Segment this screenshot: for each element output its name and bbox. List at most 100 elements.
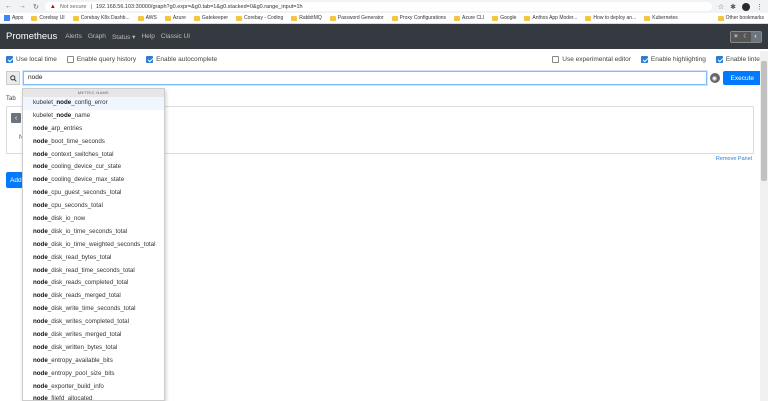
metric-suggestion[interactable]: node_disk_writes_completed_total bbox=[23, 316, 164, 329]
experimental-editor-checkbox[interactable] bbox=[552, 55, 560, 63]
chevron-left-icon[interactable]: ‹ bbox=[11, 113, 21, 123]
apps-grid-icon bbox=[4, 15, 10, 21]
menu-icon[interactable]: ⋮ bbox=[756, 3, 763, 11]
metrics-explorer-icon[interactable]: ◉ bbox=[709, 73, 720, 83]
experimental-editor-option[interactable]: Use experimental editor bbox=[552, 55, 631, 63]
metric-suggestion[interactable]: node_boot_time_seconds bbox=[23, 136, 164, 149]
bookmark-item[interactable]: Corebay K8s Dashb... bbox=[72, 15, 130, 21]
search-icon bbox=[6, 71, 20, 85]
metric-suggestion[interactable]: node_context_switches_total bbox=[23, 149, 164, 162]
back-arrow-icon[interactable]: ← bbox=[5, 3, 12, 11]
address-bar[interactable]: ▲ Not secure | 192.168.56.103:30000/grap… bbox=[44, 2, 712, 11]
bookmark-item[interactable]: Apps bbox=[4, 15, 23, 21]
linter-option[interactable]: Enable linter bbox=[715, 55, 762, 63]
other-bookmarks[interactable]: Other bookmarks bbox=[717, 15, 764, 21]
metric-suggestion[interactable]: node_entropy_available_bits bbox=[23, 355, 164, 368]
metric-suggestion[interactable]: node_filefd_allocated bbox=[23, 393, 164, 400]
metric-suggestion[interactable]: node_disk_io_time_seconds_total bbox=[23, 226, 164, 239]
metric-suggestion[interactable]: node_cpu_guest_seconds_total bbox=[23, 187, 164, 200]
bookmark-item[interactable]: Gatekeeper bbox=[193, 15, 228, 21]
bookmark-item[interactable]: Corebay - Coding bbox=[236, 15, 283, 21]
bookmarks-bar: Apps Corebay UI Corebay K8s Dashb... AWS Azu… bbox=[0, 13, 768, 24]
folder-icon bbox=[164, 15, 171, 21]
page-scrollbar[interactable] bbox=[760, 51, 768, 401]
folder-icon bbox=[193, 15, 200, 21]
folder-icon bbox=[391, 15, 398, 21]
browser-nav: ← → ↻ bbox=[5, 3, 39, 11]
metric-suggestion[interactable]: node_disk_reads_completed_total bbox=[23, 277, 164, 290]
execute-button[interactable]: Execute bbox=[722, 71, 762, 85]
folder-icon bbox=[644, 15, 651, 21]
bookmark-item[interactable]: Corebay UI bbox=[31, 15, 65, 21]
forward-arrow-icon[interactable]: → bbox=[19, 3, 26, 11]
folder-icon bbox=[585, 15, 592, 21]
dropdown-header: METRIC NAME bbox=[23, 89, 164, 97]
metric-suggestion[interactable]: node_disk_io_now bbox=[23, 213, 164, 226]
metric-suggestion[interactable]: node_cooling_device_cur_state bbox=[23, 161, 164, 174]
metric-suggestion[interactable]: node_disk_read_time_seconds_total bbox=[23, 265, 164, 278]
nav-alerts[interactable]: Alerts bbox=[65, 33, 82, 40]
autocomplete-option[interactable]: Enable autocomplete bbox=[146, 55, 217, 63]
metric-suggestion[interactable]: kubelet_node_config_error bbox=[23, 97, 164, 110]
options-row: Use local time Enable query history Enab… bbox=[0, 49, 768, 69]
warning-icon: ▲ bbox=[49, 3, 56, 10]
sun-icon[interactable]: ☀ bbox=[731, 31, 741, 42]
metric-suggestion[interactable]: kubelet_node_name bbox=[23, 110, 164, 123]
use-local-time-option[interactable]: Use local time bbox=[6, 55, 57, 63]
bookmark-item[interactable]: Proxy Configurations bbox=[391, 15, 446, 21]
autocomplete-dropdown: METRIC NAME kubelet_node_config_error kub… bbox=[22, 88, 165, 401]
prometheus-navbar: Prometheus Alerts Graph Status ▾ Help Cl… bbox=[0, 24, 768, 49]
theme-toggle: ☀ ☾ ◐ bbox=[730, 30, 762, 43]
scrollbar-thumb[interactable] bbox=[761, 61, 767, 181]
metric-suggestion[interactable]: node_exporter_build_info bbox=[23, 381, 164, 394]
star-icon[interactable]: ☆ bbox=[718, 3, 724, 11]
linter-checkbox[interactable] bbox=[715, 55, 723, 63]
folder-icon bbox=[31, 15, 38, 21]
highlighting-option[interactable]: Enable highlighting bbox=[640, 55, 706, 63]
bookmark-item[interactable]: AWS bbox=[137, 15, 157, 21]
nav-graph[interactable]: Graph bbox=[88, 33, 106, 40]
contrast-icon[interactable]: ◐ bbox=[751, 31, 761, 42]
bookmark-item[interactable]: Anthos App Moder... bbox=[524, 15, 577, 21]
metric-suggestion[interactable]: node_entropy_pool_size_bits bbox=[23, 368, 164, 381]
metric-suggestion[interactable]: node_arp_entries bbox=[23, 123, 164, 136]
nav-help[interactable]: Help bbox=[141, 33, 154, 40]
metric-suggestion[interactable]: node_disk_written_bytes_total bbox=[23, 342, 164, 355]
bookmark-item[interactable]: Google bbox=[492, 15, 516, 21]
nav-classic-ui[interactable]: Classic UI bbox=[161, 33, 190, 40]
bookmark-item[interactable]: Azure CLI bbox=[454, 15, 484, 21]
bookmark-item[interactable]: Password Generator bbox=[329, 15, 384, 21]
query-history-option[interactable]: Enable query history bbox=[66, 55, 136, 63]
profile-avatar[interactable] bbox=[742, 2, 750, 11]
autocomplete-checkbox[interactable] bbox=[146, 55, 154, 63]
metric-suggestion[interactable]: node_cooling_device_max_state bbox=[23, 174, 164, 187]
query-row: node ◉ Execute bbox=[0, 69, 768, 87]
not-secure-label: Not secure bbox=[59, 3, 87, 10]
metric-suggestion[interactable]: node_disk_io_time_weighted_seconds_total bbox=[23, 239, 164, 252]
highlighting-checkbox[interactable] bbox=[640, 55, 648, 63]
moon-icon[interactable]: ☾ bbox=[741, 31, 751, 42]
folder-icon bbox=[524, 15, 531, 21]
remove-panel-link[interactable]: Remove Panel bbox=[716, 156, 752, 162]
metric-suggestion[interactable]: node_disk_reads_merged_total bbox=[23, 290, 164, 303]
nav-status[interactable]: Status ▾ bbox=[112, 33, 136, 41]
bookmark-item[interactable]: Kubernetes bbox=[644, 15, 678, 21]
reload-icon[interactable]: ↻ bbox=[33, 3, 39, 11]
folder-icon bbox=[291, 15, 298, 21]
bookmark-item[interactable]: Azure bbox=[164, 15, 186, 21]
folder-icon bbox=[717, 15, 724, 21]
use-local-time-checkbox[interactable] bbox=[6, 55, 13, 63]
metric-suggestion[interactable]: node_cpu_seconds_total bbox=[23, 200, 164, 213]
bookmark-item[interactable]: How to deploy an... bbox=[585, 15, 636, 21]
extensions-icon[interactable]: ✱ bbox=[730, 3, 736, 11]
brand-logo-text[interactable]: Prometheus bbox=[6, 31, 57, 42]
metric-suggestion[interactable]: node_disk_writes_merged_total bbox=[23, 329, 164, 342]
expression-input[interactable]: node bbox=[23, 71, 707, 85]
bookmark-item[interactable]: RabbitMQ bbox=[291, 15, 322, 21]
query-history-checkbox[interactable] bbox=[66, 55, 74, 63]
metric-suggestion[interactable]: node_disk_write_time_seconds_total bbox=[23, 303, 164, 316]
folder-icon bbox=[454, 15, 461, 21]
url-text: 192.168.56.103:30000/graph?g0.expr=&g0.t… bbox=[95, 3, 303, 10]
browser-actions: ☆ ✱ ⋮ bbox=[718, 2, 763, 11]
metric-suggestion[interactable]: node_disk_read_bytes_total bbox=[23, 252, 164, 265]
